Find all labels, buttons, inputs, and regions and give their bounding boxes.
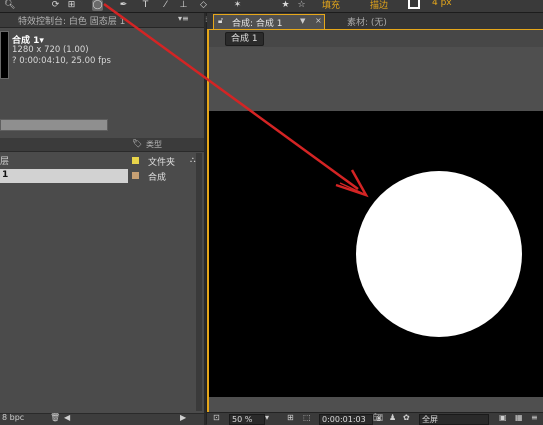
comp-color-swatch [132, 172, 139, 179]
zoom-tool-icon[interactable]: 🔍︎ [4, 0, 15, 11]
project-scrollbar[interactable] [196, 153, 202, 411]
snapshot-icon[interactable]: 📷︎ [373, 413, 383, 422]
row-type: 合成 [148, 173, 167, 183]
viewer-tab-strip: ⁞ 🔓︎ 合成: 合成 1 ▼ × 素材: (无) [205, 13, 543, 29]
type-column-header[interactable]: 类型 [146, 139, 162, 150]
stroke-width-value[interactable]: 4 px [432, 0, 452, 8]
current-time-display[interactable]: 0:00:01:03 [319, 414, 373, 425]
fill-label[interactable]: 填充 [322, 0, 340, 11]
stroke-color-swatch[interactable] [408, 0, 420, 9]
transparency-grid-icon[interactable]: ▦ [515, 413, 523, 422]
mask-visibility-icon[interactable]: ⬚ [303, 413, 311, 422]
text-tool-icon[interactable]: T [140, 0, 151, 11]
project-bottom-bar: 8 bpc 🗑︎ ◀ ▶ [0, 413, 204, 425]
composition-panel: ⁞ 🔓︎ 合成: 合成 1 ▼ × 素材: (无) 合成 1 ⊡ 50 % ▾ … [205, 13, 543, 425]
project-search-input[interactable] [0, 119, 108, 131]
resolution-dropdown[interactable]: 全屏 [419, 414, 489, 425]
flowchart-icon[interactable]: ⛬ [190, 155, 196, 165]
left-panel: 特效控制台: 白色 固态层 1 ▾≡ 合成 1▾ 1280 x 720 (1.0… [0, 13, 204, 425]
roto-brush-tool-icon[interactable]: ✶ [232, 0, 243, 11]
channel-icon[interactable]: ✿ [403, 413, 410, 422]
clone-stamp-tool-icon[interactable]: ⊥ [178, 0, 189, 11]
scroll-right-icon[interactable]: ▶ [180, 413, 186, 422]
comp-duration: ? 0:00:04:10, 25.00 fps [12, 56, 111, 66]
grid-icon[interactable]: ⊞ [287, 413, 294, 422]
comp-navigator-strip: 合成 1 [207, 29, 543, 47]
effect-controls-tab-strip: 特效控制台: 白色 固态层 1 ▾≡ [0, 13, 204, 28]
pasteboard-bottom [209, 397, 543, 412]
label-tag-icon: 🏷︎ [132, 139, 143, 148]
tab-footage[interactable]: 素材: (无) [347, 15, 387, 28]
grip-icon[interactable]: ⁞ [205, 15, 208, 24]
scroll-left-icon[interactable]: ◀ [64, 413, 70, 422]
zoom-dropdown[interactable]: 50 % [229, 414, 265, 425]
ellipse-tool-icon[interactable]: ◯ [92, 0, 103, 11]
show-snapshot-icon[interactable]: ♟ [389, 413, 396, 422]
row-type: 文件夹 [148, 158, 176, 168]
pasteboard-top [209, 47, 543, 111]
row-selection-highlight [0, 169, 128, 183]
region-of-interest-icon[interactable]: ▣ [499, 413, 507, 422]
panel-menu-icon[interactable]: ▾≡ [178, 14, 189, 23]
color-depth-label[interactable]: 8 bpc [2, 413, 24, 422]
effect-controls-tab[interactable]: 特效控制台: 白色 固态层 1 [18, 14, 125, 27]
always-preview-icon[interactable]: ⊡ [213, 413, 220, 422]
lock-icon[interactable]: 🔓︎ [218, 16, 223, 26]
puppet-overlap-tool-icon[interactable]: ☆ [296, 0, 307, 11]
white-solid-circle[interactable] [356, 171, 522, 337]
project-column-header: 🏷︎ 类型 [0, 138, 204, 152]
tab-composition[interactable]: 🔓︎ 合成: 合成 1 ▼ × [213, 14, 325, 29]
tab-dropdown-icon[interactable]: ▼ [300, 17, 305, 25]
rotate-tool-icon[interactable]: ⟳ [50, 0, 61, 11]
project-row-folder[interactable]: 文件夹 ⛬ [0, 154, 204, 168]
tools-toolbar: 🔍︎ ⟳ ⊞ ◯ ✒ T ⁄ ⊥ ◇ ✶ ★ ☆ 填充 描边 4 px [0, 0, 543, 13]
comp-1-button[interactable]: 合成 1 [225, 32, 264, 46]
tab-close-icon[interactable]: × [315, 16, 322, 25]
puppet-tool-icon[interactable]: ★ [280, 0, 291, 11]
trash-icon[interactable]: 🗑︎ [50, 413, 60, 422]
viewer-bottom-bar: ⊡ 50 % ▾ ⊞ ⬚ 0:00:01:03 📷︎ ♟ ✿ 全屏 ▣ ▦ ≡ [207, 412, 543, 425]
comp-resolution: 1280 x 720 (1.00) [12, 45, 89, 55]
row-name: 1 [2, 170, 9, 180]
brush-tool-icon[interactable]: ⁄ [160, 0, 171, 11]
composition-tab-title: 合成: 合成 1 [232, 19, 283, 29]
stroke-label[interactable]: 描边 [370, 0, 388, 11]
comp-thumbnail [0, 31, 9, 79]
zoom-dropdown-arrow-icon[interactable]: ▾ [265, 413, 269, 422]
pan-behind-tool-icon[interactable]: ⊞ [66, 0, 77, 11]
pen-tool-icon[interactable]: ✒ [118, 0, 129, 11]
eraser-tool-icon[interactable]: ◇ [198, 0, 209, 11]
project-row-comp[interactable]: 1 合成 [0, 169, 204, 183]
view-options-icon[interactable]: ≡ [531, 413, 538, 422]
composition-canvas[interactable] [209, 111, 543, 397]
folder-color-swatch [132, 157, 139, 164]
